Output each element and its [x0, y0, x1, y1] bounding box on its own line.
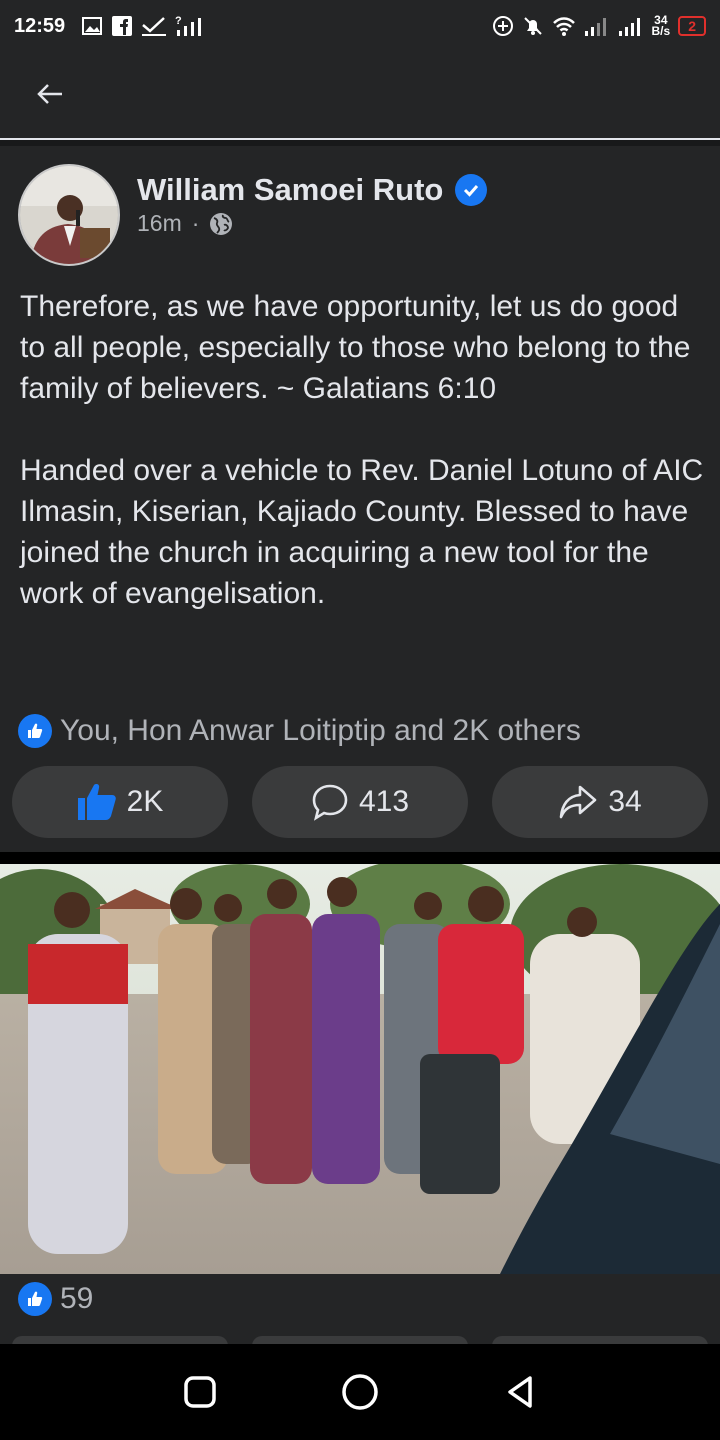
comment-icon	[312, 784, 348, 821]
post-paragraph: Therefore, as we have opportunity, let u…	[20, 290, 691, 405]
status-left-icons: ?	[81, 14, 205, 38]
author-row: William Samoei Ruto	[137, 172, 488, 208]
system-nav-bar	[0, 1344, 720, 1440]
photo-likes-count: 59	[60, 1282, 94, 1315]
svg-text:?: ?	[175, 15, 182, 27]
post-photo[interactable]	[0, 864, 720, 1274]
back-icon	[508, 1376, 532, 1408]
author-name[interactable]: William Samoei Ruto	[137, 172, 443, 208]
recents-icon	[184, 1376, 216, 1408]
home-icon	[342, 1374, 378, 1410]
like-reaction-icon	[18, 714, 52, 748]
network-speed: 34 B/s	[651, 14, 671, 38]
check-icon	[141, 15, 167, 37]
back-arrow-icon	[37, 84, 62, 104]
data-saver-icon	[492, 15, 514, 37]
back-button[interactable]	[30, 76, 70, 112]
verified-badge-icon	[455, 174, 488, 206]
home-button[interactable]	[330, 1362, 390, 1422]
post-card: William Samoei Ruto 16m · Therefore, as …	[0, 146, 720, 852]
network-speed-unit: B/s	[651, 24, 671, 38]
comment-count: 413	[358, 785, 410, 818]
reactions-text: You, Hon Anwar Loitiptip and 2K others	[60, 714, 581, 747]
photo-footer: 59	[0, 1274, 720, 1346]
post-meta: 16m ·	[137, 210, 233, 237]
post-paragraph: Handed over a vehicle to Rev. Daniel Lot…	[20, 454, 704, 610]
status-right-icons: 34 B/s 2	[492, 14, 706, 38]
post-text: Therefore, as we have opportunity, let u…	[20, 286, 705, 614]
like-reaction-icon	[18, 1282, 52, 1316]
recents-button[interactable]	[170, 1362, 230, 1422]
comment-button[interactable]: 413	[252, 766, 468, 838]
app-bar	[0, 52, 720, 138]
facebook-icon	[111, 15, 133, 37]
like-button[interactable]: 2K	[12, 766, 228, 838]
signal-icon	[584, 15, 610, 37]
reactions-summary[interactable]: You, Hon Anwar Loitiptip and 2K others	[18, 714, 581, 748]
photo-image	[0, 864, 720, 1274]
photo-gap	[0, 852, 720, 864]
wifi-icon	[552, 15, 576, 37]
share-icon	[560, 785, 597, 819]
like-count: 2K	[126, 785, 164, 818]
thumbs-up-icon	[77, 784, 116, 820]
meta-separator: ·	[191, 210, 200, 236]
battery-indicator: 2	[678, 16, 706, 36]
status-time: 12:59	[14, 14, 66, 37]
share-count: 34	[608, 785, 642, 818]
post-actions: 2K 413 34	[12, 766, 708, 838]
signal-unknown-icon: ?	[175, 14, 205, 38]
share-button[interactable]: 34	[492, 766, 708, 838]
status-bar: 12:59 ? 34 B/s 2	[0, 0, 720, 52]
avatar[interactable]	[18, 164, 120, 266]
globe-icon	[209, 212, 233, 236]
post-time[interactable]: 16m	[137, 210, 182, 237]
nav-back-button[interactable]	[490, 1362, 550, 1422]
mute-icon	[522, 15, 544, 37]
signal-icon	[618, 15, 644, 37]
photo-reactions[interactable]: 59	[18, 1282, 93, 1316]
battery-level: 2	[688, 18, 696, 34]
image-icon	[81, 15, 103, 37]
